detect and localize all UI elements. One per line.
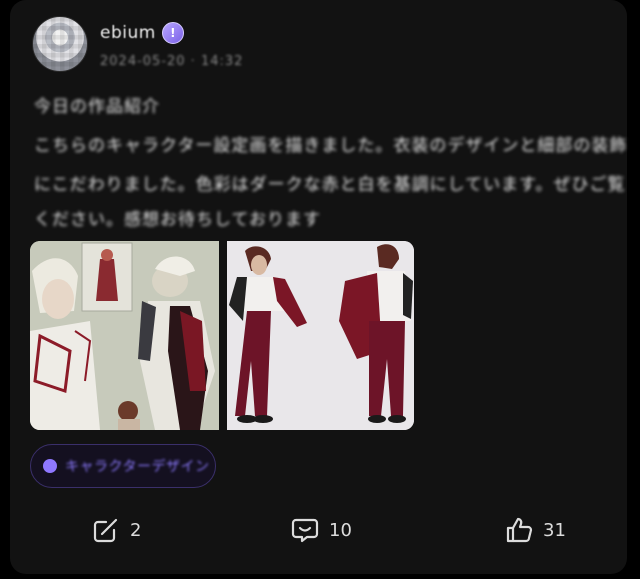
comment-icon (291, 518, 319, 543)
topic-label: キャラクターデザイン (65, 459, 210, 475)
share-count: 2 (130, 519, 142, 541)
author-header: ebium ! (100, 22, 184, 44)
comment-count: 10 (329, 519, 352, 541)
like-button[interactable]: 31 (505, 516, 566, 544)
thumbs-up-icon (506, 517, 533, 543)
character-design-illustration (227, 241, 414, 430)
topic-icon (43, 459, 57, 473)
post-meta: 2024-05-20 · 14:32 (100, 54, 244, 69)
share-button[interactable]: 2 (92, 516, 141, 544)
post-text-line: 今日の作品紹介 (34, 97, 160, 117)
author-name[interactable]: ebium (100, 23, 156, 43)
comment-button[interactable]: 10 (291, 516, 352, 544)
post-text-line: ください。感想お待ちしております (34, 210, 321, 230)
topic-tag[interactable]: キャラクターデザイン (30, 444, 216, 488)
avatar-mosaic (33, 17, 87, 71)
like-count: 31 (543, 519, 566, 541)
share-icon (93, 518, 118, 543)
post-text-line: こちらのキャラクター設定画を描きました。衣装のデザインと細部の装飾 (34, 136, 628, 156)
post-image-character-design[interactable] (227, 241, 414, 430)
exclamation-badge-icon: ! (161, 22, 184, 44)
post-image-collage[interactable] (30, 241, 219, 430)
post-text-line: にこだわりました。色彩はダークな赤と白を基調にしています。ぜひご覧 (34, 175, 626, 195)
collage-illustration (30, 241, 219, 430)
author-avatar[interactable] (32, 16, 88, 72)
